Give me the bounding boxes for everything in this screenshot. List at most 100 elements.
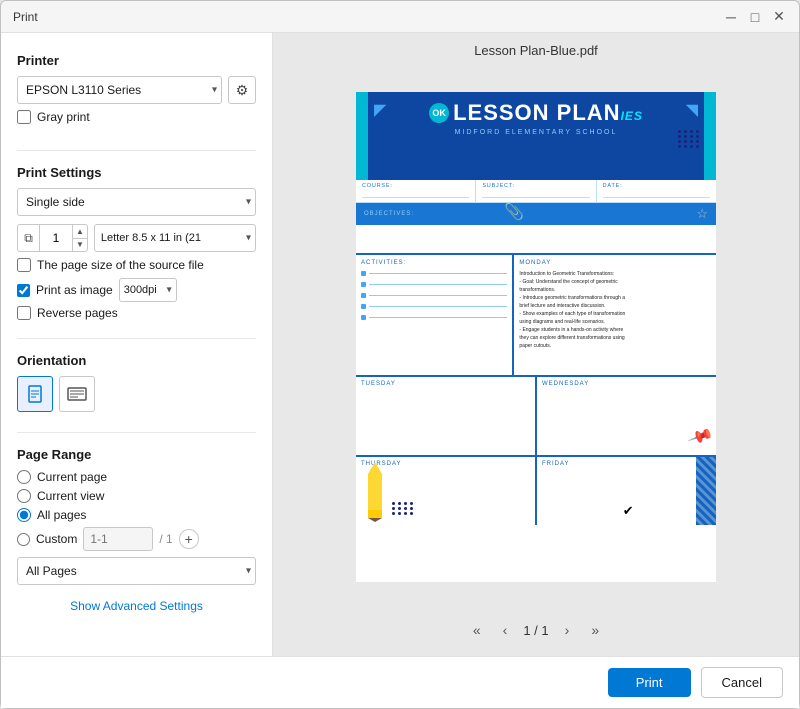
copies-control: ⧉ ▲ ▼ <box>17 224 88 252</box>
lp-objectives-label: OBJECTIVES: <box>364 211 414 217</box>
lp-date-field: DATE: <box>597 180 716 202</box>
first-page-button[interactable]: « <box>467 618 487 642</box>
lp-date-underline <box>603 189 710 198</box>
window-title: Print <box>13 10 38 24</box>
landscape-button[interactable] <box>59 376 95 412</box>
lp-school-name: MIDFORD ELEMENTARY SCHOOL <box>455 129 618 136</box>
copies-increment[interactable]: ▲ <box>73 225 87 239</box>
last-page-button[interactable]: » <box>585 618 605 642</box>
lp-thursday-cell: THURSDAY <box>356 457 537 525</box>
page-range-title: Page Range <box>17 447 256 462</box>
prev-page-button[interactable]: ‹ <box>497 618 514 642</box>
lp-act-item-5 <box>361 315 507 320</box>
lp-act-item-4 <box>361 304 507 309</box>
lp-friday-cell: FRIDAY 📌 ✔ <box>537 457 716 525</box>
copies-input[interactable] <box>40 225 72 251</box>
left-panel: Printer EPSON L3110 Series Microsoft Pri… <box>1 33 273 656</box>
all-pages-radio[interactable] <box>17 508 31 522</box>
cancel-button[interactable]: Cancel <box>701 667 783 698</box>
printer-select[interactable]: EPSON L3110 Series Microsoft Print to PD… <box>17 76 222 104</box>
gray-print-checkbox[interactable] <box>17 110 31 124</box>
copies-decrement[interactable]: ▼ <box>73 239 87 252</box>
close-button[interactable]: ✕ <box>771 9 787 25</box>
lp-activities-col: ACTIVITIES: <box>356 255 514 375</box>
fri-deco-right <box>696 457 716 525</box>
maximize-button[interactable]: □ <box>747 9 763 25</box>
printer-row: EPSON L3110 Series Microsoft Print to PD… <box>17 76 256 104</box>
lp-fields-strip: COURSE: SUBJECT: DATE: <box>356 180 716 203</box>
page-info: 1 / 1 <box>523 623 548 638</box>
copies-spinners: ▲ ▼ <box>72 225 87 251</box>
current-view-row: Current view <box>17 489 256 503</box>
source-file-label[interactable]: The page size of the source file <box>37 258 204 272</box>
printer-settings-button[interactable]: ⚙ <box>228 76 256 104</box>
orientation-section: Orientation <box>17 349 256 418</box>
divider-3 <box>17 432 256 433</box>
titlebar: Print ─ □ ✕ <box>1 1 799 33</box>
document-preview: ◤ ◥ OK L <box>356 92 716 582</box>
next-page-button[interactable]: › <box>559 618 576 642</box>
dpi-select[interactable]: 300dpi 150dpi 600dpi <box>119 278 177 302</box>
lp-body-grid: ACTIVITIES: MONDAY Introduction to Geome… <box>356 255 716 375</box>
custom-range-row: Custom / 1 + <box>17 527 256 551</box>
all-pages-label[interactable]: All pages <box>37 508 86 522</box>
orientation-buttons <box>17 376 256 412</box>
check-icon: ✔ <box>623 503 634 519</box>
portrait-icon <box>27 385 43 403</box>
lp-pencil-area <box>360 462 390 525</box>
lp-objectives-strip: OBJECTIVES: ☆ <box>356 203 716 225</box>
current-view-label[interactable]: Current view <box>37 489 104 503</box>
reverse-pages-row: Reverse pages <box>17 306 256 320</box>
gear-icon: ⚙ <box>236 82 249 99</box>
print-as-image-row: Print as image 300dpi 150dpi 600dpi <box>17 278 256 302</box>
window-controls: ─ □ ✕ <box>723 9 787 25</box>
lp-act-item-1 <box>361 271 507 276</box>
custom-range-input[interactable] <box>83 527 153 551</box>
reverse-pages-checkbox[interactable] <box>17 306 31 320</box>
subset-select[interactable]: All Pages Odd pages Even pages <box>17 557 256 585</box>
print-as-image-label[interactable]: Print as image <box>36 283 113 297</box>
lp-tuesday-label: TUESDAY <box>361 381 530 387</box>
reverse-pages-label[interactable]: Reverse pages <box>37 306 118 320</box>
source-file-checkbox[interactable] <box>17 258 31 272</box>
lp-ok-badge: OK <box>429 103 449 123</box>
pencil-icon <box>360 462 390 522</box>
main-content: Printer EPSON L3110 Series Microsoft Pri… <box>1 33 799 656</box>
lp-subject-field: SUBJECT: <box>476 180 596 202</box>
print-dialog: Print ─ □ ✕ Printer EPSON L3110 Series M… <box>0 0 800 709</box>
lp-tue-wed-row: TUESDAY WEDNESDAY <box>356 375 716 455</box>
bottom-bar: Print Cancel <box>1 656 799 708</box>
lp-thu-fri-row: THURSDAY <box>356 455 716 525</box>
gray-print-label[interactable]: Gray print <box>37 110 90 124</box>
all-pages-row: All pages <box>17 508 256 522</box>
current-page-row: Current page <box>17 470 256 484</box>
lp-activities-label: ACTIVITIES: <box>361 260 507 266</box>
print-as-image-checkbox[interactable] <box>17 284 30 297</box>
lp-main-title: LESSON PLANies <box>453 100 643 126</box>
divider-1 <box>17 150 256 151</box>
custom-slash: / 1 <box>159 532 172 546</box>
show-advanced-link[interactable]: Show Advanced Settings <box>17 599 256 613</box>
source-file-row: The page size of the source file <box>17 258 256 272</box>
page-size-select[interactable]: Letter 8.5 x 11 in (21 A4 <box>94 224 256 252</box>
lp-clip-icon: 📎 <box>504 202 524 222</box>
lp-title-row: OK LESSON PLANies <box>429 100 643 126</box>
lp-monday-col: MONDAY Introduction to Geometric Transfo… <box>514 255 716 375</box>
current-view-radio[interactable] <box>17 489 31 503</box>
current-page-radio[interactable] <box>17 470 31 484</box>
portrait-button[interactable] <box>17 376 53 412</box>
lp-tuesday-cell: TUESDAY <box>356 377 537 455</box>
preview-filename: Lesson Plan-Blue.pdf <box>474 33 598 66</box>
lp-act-item-3 <box>361 293 507 298</box>
current-page-label[interactable]: Current page <box>37 470 107 484</box>
print-button[interactable]: Print <box>608 668 691 697</box>
duplex-select[interactable]: Single side Both sides (long edge) Both … <box>17 188 256 216</box>
lp-monday-label: MONDAY <box>519 260 711 266</box>
custom-add-button[interactable]: + <box>179 529 199 549</box>
preview-area: ◤ ◥ OK L <box>273 66 799 608</box>
divider-2 <box>17 338 256 339</box>
custom-radio[interactable] <box>17 533 30 546</box>
minimize-button[interactable]: ─ <box>723 9 739 25</box>
lp-wednesday-cell: WEDNESDAY <box>537 377 716 455</box>
custom-label[interactable]: Custom <box>36 532 77 546</box>
